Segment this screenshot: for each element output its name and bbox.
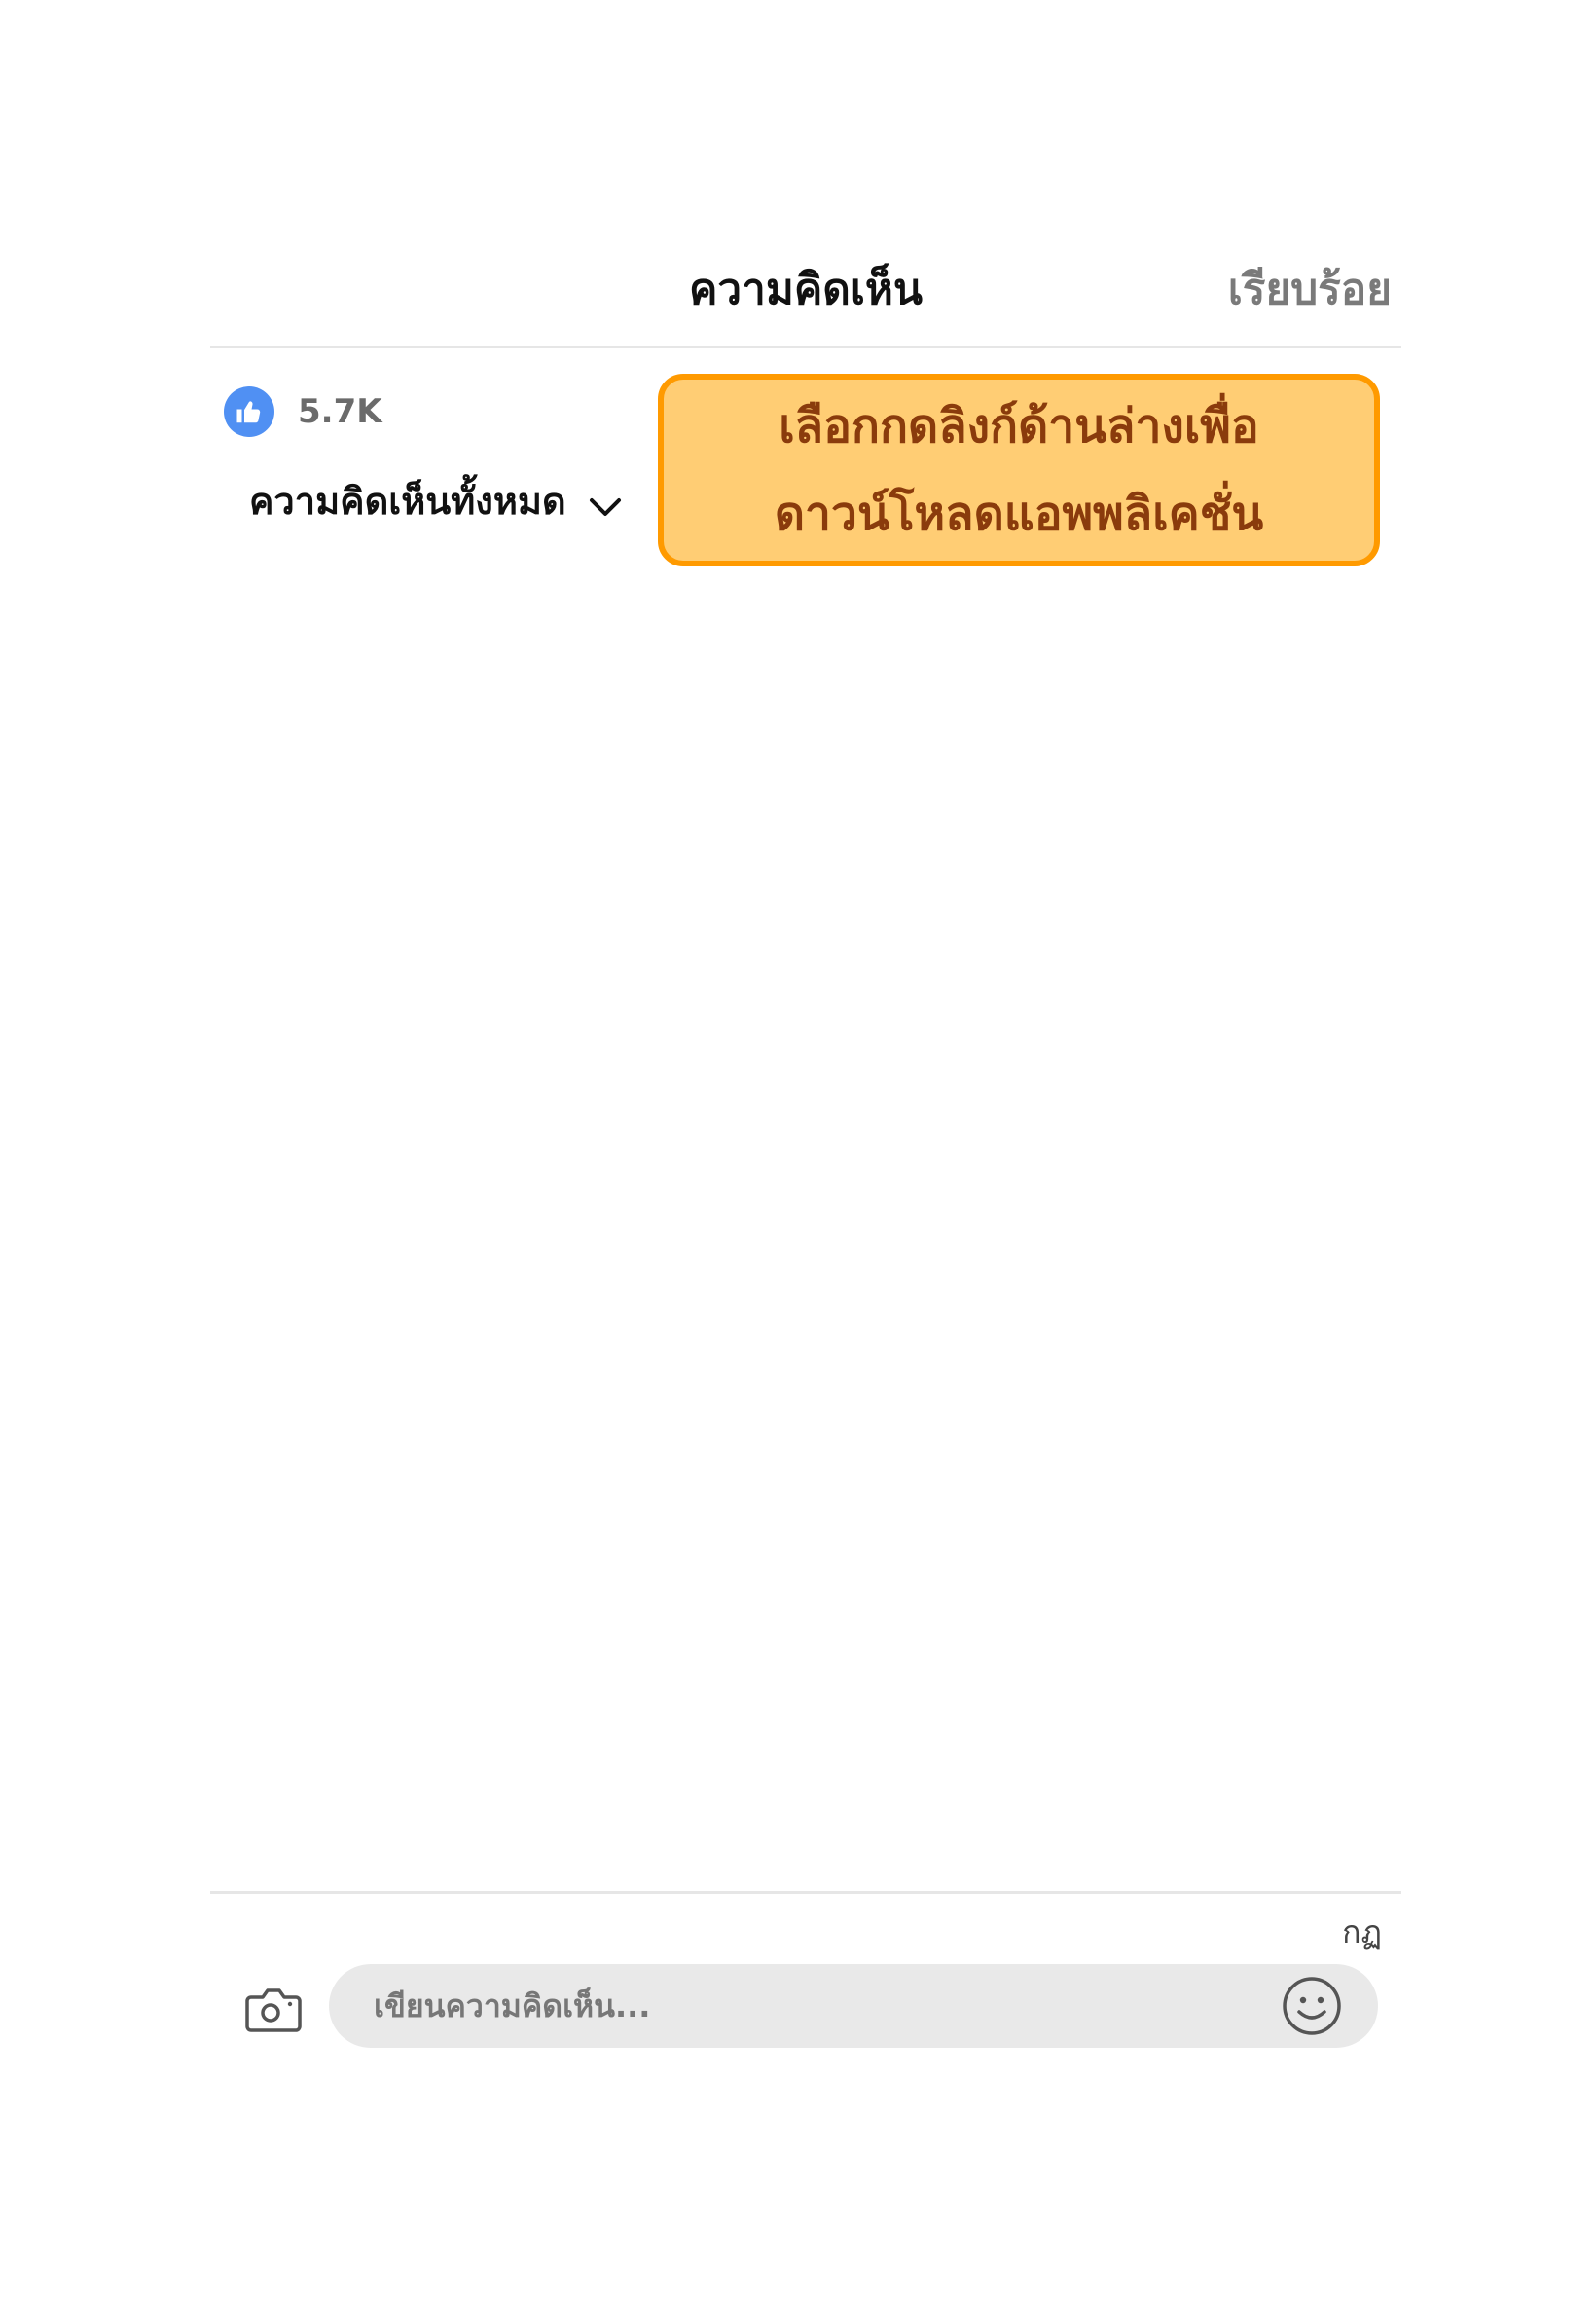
camera-icon[interactable] <box>243 1978 304 2038</box>
page-title: ความคิดเห็น <box>689 265 923 314</box>
done-button[interactable]: เรียบร้อย <box>1228 255 1392 323</box>
header: ความคิดเห็น เรียบร้อย <box>210 234 1401 346</box>
smiley-icon[interactable] <box>1281 1975 1343 2037</box>
reaction-summary[interactable]: 5.7K <box>224 385 382 438</box>
comment-box[interactable] <box>329 1964 1378 2048</box>
comment-filter-label: ความคิดเห็นทั้งหมด <box>249 480 566 523</box>
callout-line-2: ดาวน์โหลดแอพพลิเคชั่น <box>774 487 1264 541</box>
composer-divider <box>210 1891 1401 1894</box>
header-divider <box>210 346 1401 348</box>
keyboard-language-label: กฏ <box>1342 1914 1382 1951</box>
thumbs-up-icon <box>224 386 274 437</box>
like-count: 5.7K <box>298 392 382 431</box>
callout-line-1: เลือกกดลิงก์ด้านล่างเพื่อ <box>779 399 1259 454</box>
download-callout: เลือกกดลิงก์ด้านล่างเพื่อ ดาวน์โหลดแอพพล… <box>658 374 1380 566</box>
comment-input[interactable] <box>372 1987 1281 2025</box>
chevron-down-icon <box>589 497 621 516</box>
comment-filter-dropdown[interactable]: ความคิดเห็นทั้งหมด <box>249 471 623 530</box>
